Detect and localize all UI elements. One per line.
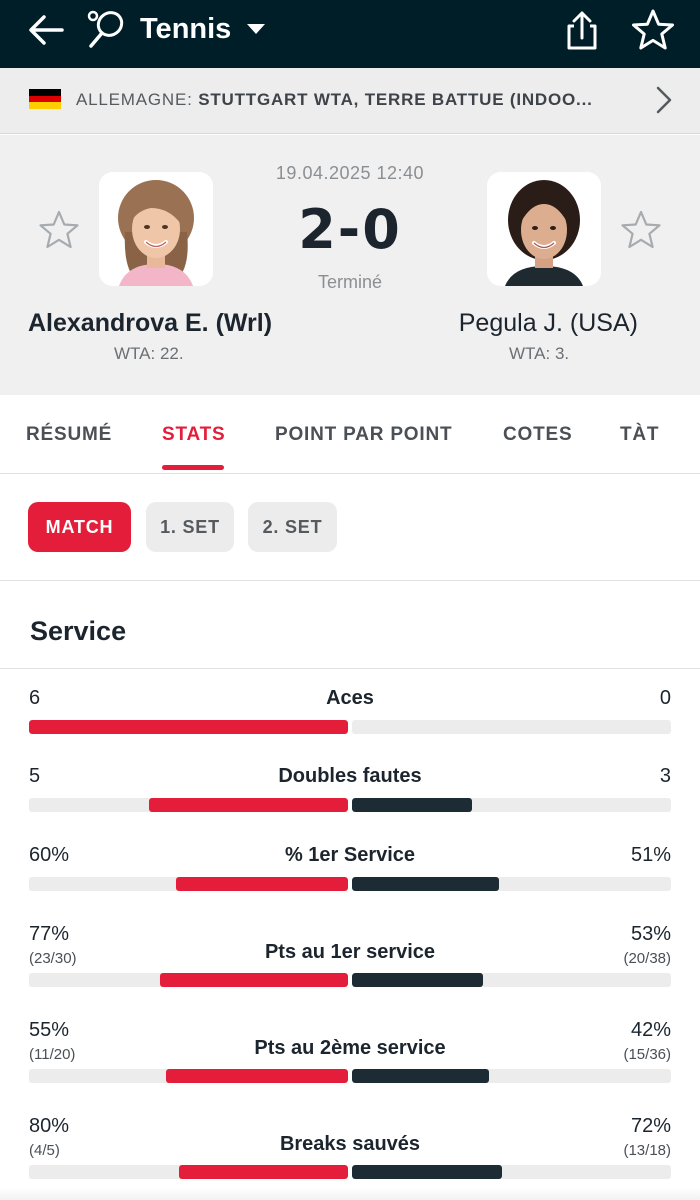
home-player-photo bbox=[99, 172, 213, 286]
match-status: Terminé bbox=[317, 272, 383, 292]
stat-home-detail: (11/20) bbox=[29, 1046, 76, 1063]
stat-home-bar-track bbox=[29, 798, 348, 812]
away-player-rank: WTA: 3. bbox=[509, 344, 570, 363]
tournament-event: STUTTGART WTA, TERRE BATTUE (INDOO... bbox=[198, 90, 593, 109]
stat-away-detail: (15/36) bbox=[623, 1046, 671, 1063]
page-title[interactable]: Tennis bbox=[140, 12, 231, 46]
stat-away-value: 42% bbox=[630, 1019, 671, 1041]
stat-home-bar-track bbox=[29, 1069, 348, 1083]
germany-flag-icon bbox=[29, 89, 61, 109]
stat-home-detail: (4/5) bbox=[29, 1142, 60, 1159]
filter-match-button[interactable]: MATCH bbox=[28, 502, 131, 552]
stat-away-detail: (13/18) bbox=[623, 1142, 671, 1159]
stat-away-value: 0 bbox=[659, 687, 671, 709]
away-player-photo bbox=[487, 172, 601, 286]
tab-resume[interactable]: RÉSUMÉ bbox=[26, 424, 112, 446]
stat-name: Pts au 2ème service bbox=[254, 1037, 446, 1059]
stat-away-bar bbox=[352, 877, 499, 891]
stat-away-bar bbox=[352, 1165, 502, 1179]
chevron-right-icon[interactable] bbox=[650, 84, 676, 116]
stat-away-bar-track bbox=[352, 973, 671, 987]
stat-home-bar-track bbox=[29, 877, 348, 891]
match-datetime: 19.04.2025 12:40 bbox=[275, 163, 425, 183]
stat-away-bar bbox=[352, 1069, 489, 1083]
active-tab-indicator bbox=[162, 465, 224, 470]
stat-away-bar bbox=[352, 798, 472, 812]
stat-away-bar-track bbox=[352, 877, 671, 891]
stat-home-bar bbox=[149, 798, 348, 812]
section-divider bbox=[0, 668, 700, 669]
section-title: Service bbox=[30, 616, 127, 646]
tournament-country: ALLEMAGNE: bbox=[76, 90, 193, 109]
stat-home-bar bbox=[176, 877, 348, 891]
share-icon[interactable] bbox=[560, 8, 604, 52]
away-player-name[interactable]: Pegula J. (USA) bbox=[459, 308, 638, 338]
stat-name: Pts au 1er service bbox=[264, 941, 436, 963]
caret-down-icon[interactable] bbox=[245, 22, 267, 36]
home-player-name[interactable]: Alexandrova E. (Wrl) bbox=[28, 308, 272, 338]
bottom-fade bbox=[0, 1188, 700, 1200]
stat-home-bar bbox=[160, 973, 348, 987]
tab-tat[interactable]: TÀT bbox=[620, 424, 659, 446]
stat-name: Aces bbox=[326, 687, 374, 709]
tab-point-par-point[interactable]: POINT PAR POINT bbox=[275, 424, 452, 446]
stat-away-value: 72% bbox=[630, 1115, 671, 1137]
stat-away-bar-track bbox=[352, 1069, 671, 1083]
filter-set1-button[interactable]: 1. SET bbox=[146, 502, 234, 552]
stat-home-value: 5 bbox=[29, 765, 41, 787]
stat-home-bar bbox=[166, 1069, 348, 1083]
stat-home-value: 55% bbox=[29, 1019, 70, 1041]
match-score: 2-0 bbox=[298, 198, 402, 261]
stat-away-value: 51% bbox=[630, 844, 671, 866]
stat-home-value: 80% bbox=[29, 1115, 70, 1137]
stat-away-bar-track bbox=[352, 798, 671, 812]
away-player-avatar[interactable] bbox=[487, 172, 601, 286]
tab-stats[interactable]: STATS bbox=[162, 424, 225, 446]
stat-away-bar-track bbox=[352, 1165, 671, 1179]
favorite-star-icon[interactable] bbox=[630, 8, 676, 52]
top-bar: Tennis bbox=[0, 0, 700, 68]
home-player-rank: WTA: 22. bbox=[114, 344, 184, 363]
tennis-racket-icon bbox=[87, 10, 124, 48]
stat-away-value: 53% bbox=[630, 923, 671, 945]
stat-home-value: 77% bbox=[29, 923, 70, 945]
stat-name: Doubles fautes bbox=[278, 765, 422, 787]
stat-home-bar-track bbox=[29, 720, 348, 734]
stat-home-bar-track bbox=[29, 973, 348, 987]
stat-home-detail: (23/30) bbox=[29, 950, 77, 967]
tab-cotes[interactable]: COTES bbox=[503, 424, 572, 446]
stat-home-bar bbox=[29, 720, 348, 734]
back-arrow-icon[interactable] bbox=[22, 10, 70, 50]
home-favorite-star-icon[interactable] bbox=[37, 208, 81, 252]
stat-home-bar bbox=[179, 1165, 348, 1179]
stat-name: % 1er Service bbox=[284, 844, 416, 866]
stat-away-bar-track bbox=[352, 720, 671, 734]
stat-away-bar bbox=[352, 973, 483, 987]
stat-home-value: 60% bbox=[29, 844, 70, 866]
stat-home-bar-track bbox=[29, 1165, 348, 1179]
stat-home-value: 6 bbox=[29, 687, 41, 709]
filter-set2-button[interactable]: 2. SET bbox=[248, 502, 337, 552]
stat-away-value: 3 bbox=[659, 765, 671, 787]
stat-name: Breaks sauvés bbox=[279, 1133, 421, 1155]
tournament-label[interactable]: ALLEMAGNE: STUTTGART WTA, TERRE BATTUE (… bbox=[76, 89, 646, 111]
away-favorite-star-icon[interactable] bbox=[619, 208, 663, 252]
stat-away-detail: (20/38) bbox=[623, 950, 671, 967]
home-player-avatar[interactable] bbox=[99, 172, 213, 286]
